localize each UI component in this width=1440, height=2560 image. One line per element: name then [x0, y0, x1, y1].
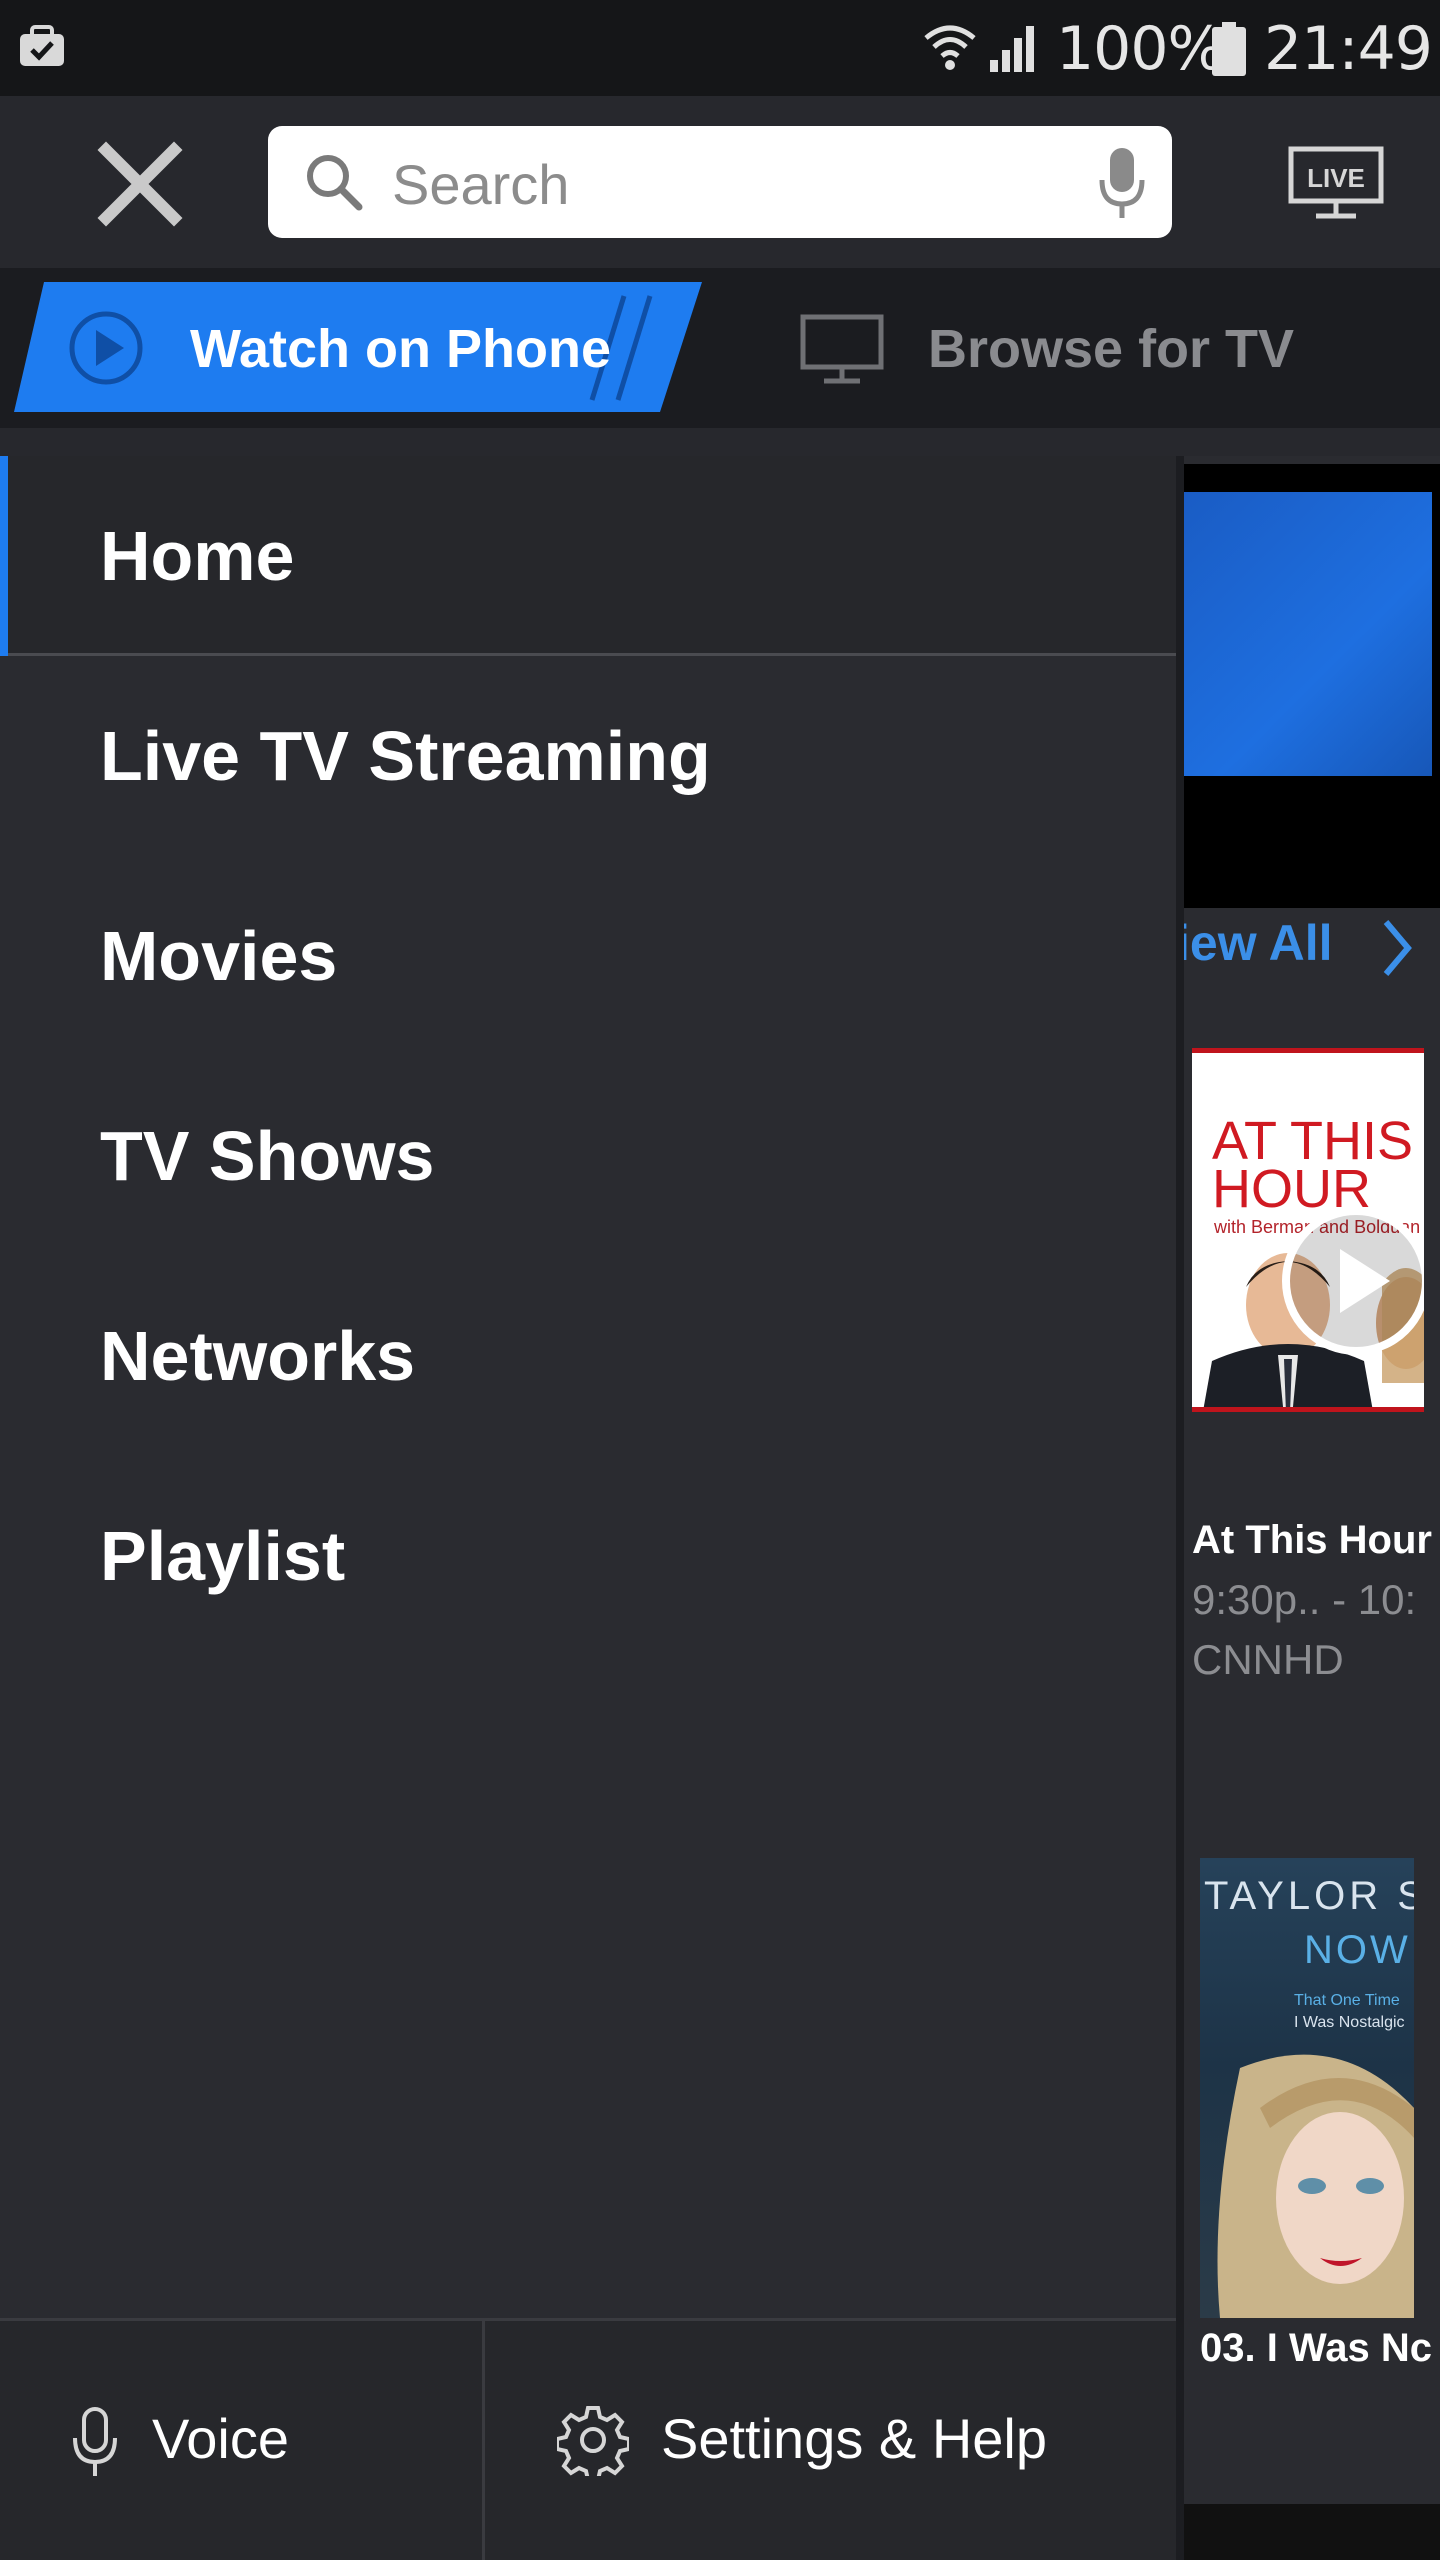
nav-drawer: Home Live TV Streaming Movies TV Shows N…: [0, 456, 1184, 2560]
song-title: 03. I Was Nc: [1200, 2326, 1432, 2370]
thumbnail-caption: I Was Nostalgic: [1294, 2014, 1405, 2031]
chevron-right-icon: [1383, 920, 1412, 976]
play-icon[interactable]: [1278, 1203, 1424, 1359]
settings-help-button[interactable]: Settings & Help: [485, 2320, 1176, 2560]
tv-monitor-icon: [800, 314, 884, 384]
background-bottom-bar: [1184, 2504, 1440, 2560]
thumbnail-title: AT THIS HOUR: [1212, 1111, 1414, 1219]
hero-banner[interactable]: [1184, 464, 1440, 908]
menu-item-home[interactable]: Home: [0, 456, 1176, 656]
briefcase-check-icon: [20, 25, 64, 66]
menu-item-movies[interactable]: Movies: [0, 856, 1176, 1056]
gear-icon: [557, 2406, 629, 2476]
menu-item-label: Live TV Streaming: [100, 717, 711, 795]
search-input[interactable]: Search: [268, 126, 1172, 238]
live-tv-icon[interactable]: LIVE: [1288, 146, 1384, 220]
svg-text:LIVE: LIVE: [1307, 163, 1365, 193]
view-all-link[interactable]: iew All: [1184, 914, 1333, 972]
search-icon: [307, 155, 363, 211]
show-title: At This Hour: [1192, 1518, 1432, 1562]
close-icon[interactable]: [96, 140, 184, 228]
menu-item-label: Home: [100, 517, 295, 595]
menu-item-label: Playlist: [100, 1517, 346, 1595]
tab-browse-for-tv[interactable]: Browse for TV: [928, 318, 1294, 380]
artist-photo: [1217, 2054, 1414, 2318]
voice-button[interactable]: Voice: [0, 2320, 482, 2560]
show-time: 9:30p.. - 10:: [1192, 1576, 1417, 1623]
thumbnail-title: NOW: [1304, 1928, 1411, 1972]
menu-item-label: TV Shows: [100, 1117, 435, 1195]
menu-item-playlist[interactable]: Playlist: [0, 1456, 1176, 1656]
show-network: CNNHD: [1192, 1636, 1344, 1683]
drawer-shadow: [1176, 456, 1184, 2560]
tab-watch-on-phone-label: Watch on Phone: [190, 319, 611, 379]
search-placeholder: Search: [392, 153, 570, 216]
battery-icon: [1212, 22, 1246, 76]
microphone-icon: [73, 2407, 117, 2476]
background-content: iew All AT THIS HOUR with Berman and Bol…: [1184, 456, 1440, 2560]
menu-item-networks[interactable]: Networks: [0, 1256, 1176, 1456]
voice-label: Voice: [152, 2407, 289, 2470]
signal-icon: [990, 26, 1034, 72]
settings-help-label: Settings & Help: [661, 2407, 1047, 2470]
battery-percent: 100%: [1056, 14, 1225, 84]
hero-image: [1184, 492, 1432, 776]
clock: 21:49: [1264, 14, 1433, 84]
active-indicator: [0, 456, 8, 656]
thumbnail-artist: TAYLOR S: [1204, 1874, 1414, 1918]
song-thumbnail[interactable]: TAYLOR S NOW That One Time I Was Nostalg…: [1200, 1858, 1414, 2318]
menu-item-live-tv-streaming[interactable]: Live TV Streaming: [0, 656, 1176, 856]
thumbnail-caption: That One Time: [1294, 1992, 1400, 2009]
menu-item-label: Movies: [100, 917, 338, 995]
status-bar: 100% 21:49: [0, 0, 1440, 96]
menu-item-label: Networks: [100, 1317, 416, 1395]
wifi-icon: [924, 25, 976, 70]
microphone-icon[interactable]: [1096, 146, 1148, 220]
show-thumbnail[interactable]: AT THIS HOUR with Berman and Bolduan: [1192, 1048, 1424, 1412]
menu-item-tv-shows[interactable]: TV Shows: [0, 1056, 1176, 1256]
